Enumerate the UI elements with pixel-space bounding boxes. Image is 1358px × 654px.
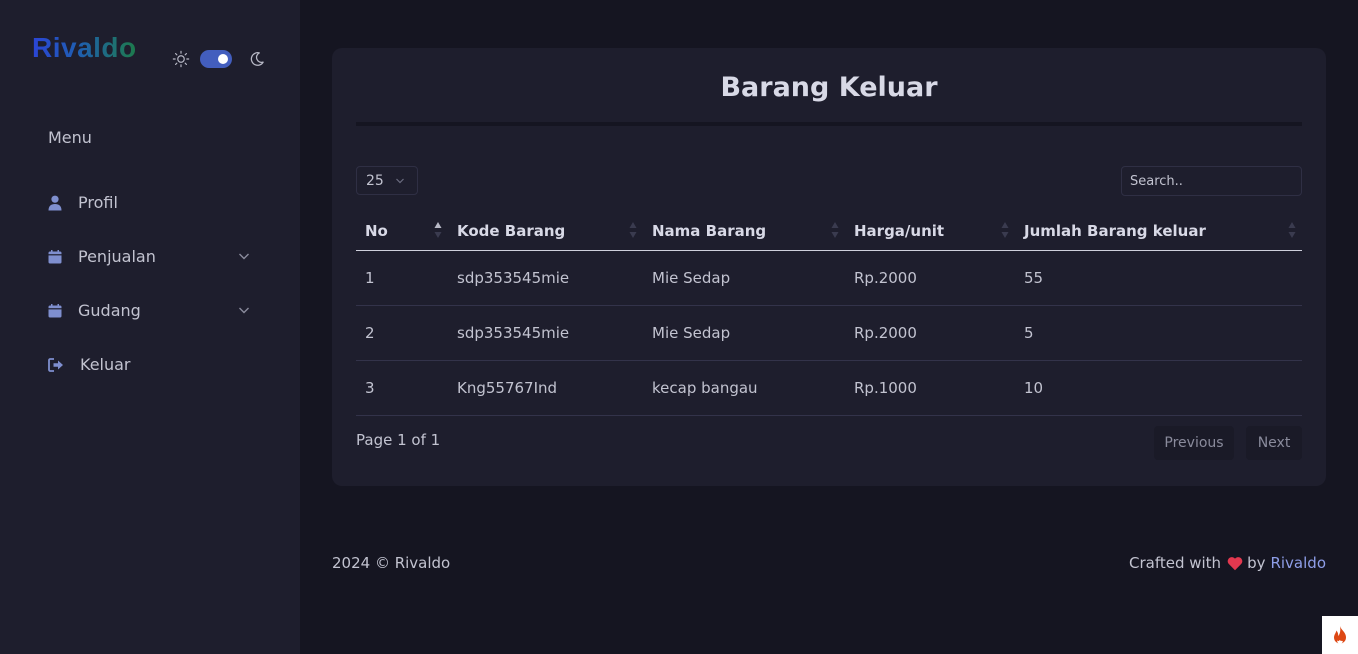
entries-per-page-select[interactable]: 25 (356, 166, 418, 195)
cell-jumlah: 10 (1015, 360, 1302, 416)
barang-keluar-card: Barang Keluar 25 No Kode Barang Nama Bar… (332, 48, 1326, 486)
brand-logo[interactable]: Rivaldo (32, 32, 137, 64)
column-label: Harga/unit (854, 222, 945, 240)
previous-button[interactable]: Previous (1154, 426, 1234, 460)
sort-icon (629, 222, 637, 238)
cell-nama-barang: kecap bangau (643, 360, 845, 416)
column-label: Nama Barang (652, 222, 767, 240)
folder-icon (48, 249, 62, 265)
by-text: by (1247, 554, 1266, 572)
sidebar-item-gudang[interactable]: Gudang (48, 284, 258, 338)
sort-asc-icon (434, 222, 442, 238)
sidebar-item-label: Penjualan (78, 247, 156, 266)
column-label: Jumlah Barang keluar (1024, 222, 1206, 240)
chevron-down-icon[interactable] (238, 304, 250, 316)
column-header-jumlah-barang-keluar[interactable]: Jumlah Barang keluar (1015, 212, 1302, 251)
dark-mode-switch[interactable] (200, 50, 232, 68)
table-row: 2 sdp353545mie Mie Sedap Rp.2000 5 (356, 305, 1302, 361)
title-divider (356, 122, 1302, 126)
cell-kode-barang: Kng55767Ind (448, 360, 643, 416)
sidebar-item-keluar[interactable]: Keluar (48, 338, 258, 392)
cell-harga-unit: Rp.2000 (845, 250, 1015, 306)
cell-no: 1 (356, 250, 448, 306)
sort-icon (1288, 222, 1296, 238)
chevron-down-icon (396, 178, 404, 184)
sidebar-item-label: Profil (78, 193, 118, 212)
sun-icon (172, 50, 190, 68)
column-header-kode-barang[interactable]: Kode Barang (448, 212, 643, 251)
chevron-down-icon[interactable] (238, 250, 250, 262)
theme-toggle (172, 48, 266, 70)
cell-nama-barang: Mie Sedap (643, 250, 845, 306)
sidebar-nav: Profil Penjualan Gudang Keluar (48, 176, 258, 392)
search-input[interactable] (1121, 166, 1302, 196)
footer-copyright: 2024 © Rivaldo (332, 554, 451, 572)
table-row: 1 sdp353545mie Mie Sedap Rp.2000 55 (356, 250, 1302, 306)
sort-icon (1001, 222, 1009, 238)
logout-icon (48, 357, 64, 373)
author-link[interactable]: Rivaldo (1270, 554, 1326, 572)
table-header-row: No Kode Barang Nama Barang Harga/unit Ju… (356, 212, 1302, 251)
cell-harga-unit: Rp.1000 (845, 360, 1015, 416)
cell-jumlah: 55 (1015, 250, 1302, 306)
cell-kode-barang: sdp353545mie (448, 305, 643, 361)
sort-icon (831, 222, 839, 238)
column-label: No (365, 222, 388, 240)
pagination: Previous Next (1142, 426, 1302, 460)
cell-jumlah: 5 (1015, 305, 1302, 361)
crafted-with-text: Crafted with (1128, 554, 1222, 572)
column-header-nama-barang[interactable]: Nama Barang (643, 212, 845, 251)
heart-icon (1227, 556, 1243, 570)
table-row: 3 Kng55767Ind kecap bangau Rp.1000 10 (356, 360, 1302, 416)
entries-per-page-value: 25 (366, 172, 384, 189)
folder-icon (48, 303, 62, 319)
footer-credits: Crafted with by Rivaldo (1129, 554, 1326, 572)
cell-kode-barang: sdp353545mie (448, 250, 643, 306)
cell-no: 3 (356, 360, 448, 416)
sidebar-item-label: Gudang (78, 301, 141, 320)
page-title: Barang Keluar (720, 72, 938, 103)
sidebar-item-profil[interactable]: Profil (48, 176, 258, 230)
flame-icon (1334, 626, 1346, 644)
sidebar: Rivaldo Menu Profil Penjualan Gudang Kel… (0, 0, 300, 654)
column-label: Kode Barang (457, 222, 566, 240)
pagination-info: Page 1 of 1 (356, 431, 441, 449)
codeigniter-badge[interactable] (1322, 616, 1358, 654)
cell-harga-unit: Rp.2000 (845, 305, 1015, 361)
sidebar-item-penjualan[interactable]: Penjualan (48, 230, 258, 284)
column-header-harga-unit[interactable]: Harga/unit (845, 212, 1015, 251)
cell-nama-barang: Mie Sedap (643, 305, 845, 361)
sidebar-item-label: Keluar (80, 355, 131, 374)
next-button[interactable]: Next (1246, 426, 1302, 460)
user-icon (48, 195, 62, 211)
menu-title: Menu (48, 128, 92, 147)
moon-icon (250, 52, 264, 66)
data-table: No Kode Barang Nama Barang Harga/unit Ju… (356, 212, 1302, 416)
column-header-no[interactable]: No (356, 212, 448, 251)
switch-knob (218, 54, 228, 64)
cell-no: 2 (356, 305, 448, 361)
